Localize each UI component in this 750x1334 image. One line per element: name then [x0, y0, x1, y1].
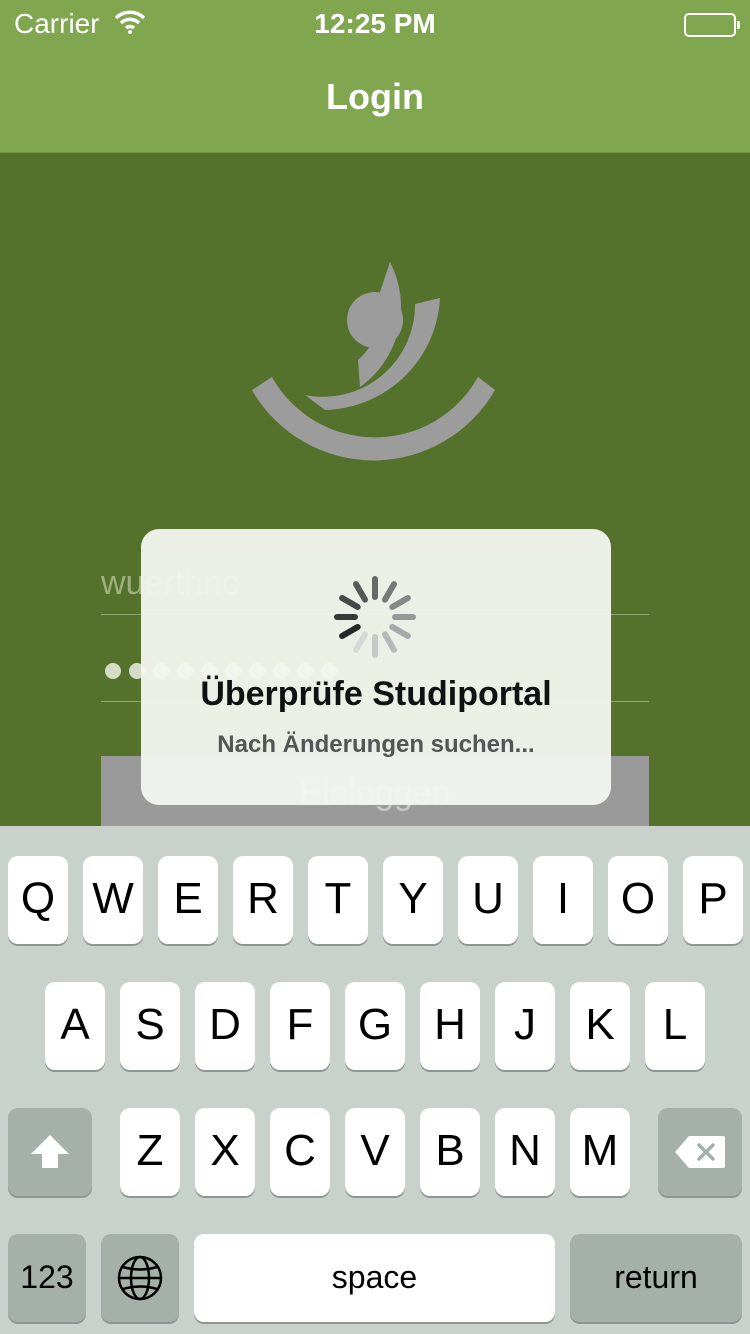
key-n[interactable]: N	[495, 1108, 555, 1196]
key-t[interactable]: T	[308, 856, 368, 944]
hud-subtitle: Nach Änderungen suchen...	[217, 731, 535, 758]
numbers-key[interactable]: 123	[8, 1234, 86, 1322]
navigation-bar: Login	[0, 54, 750, 153]
key-l[interactable]: L	[645, 982, 705, 1070]
clock: 12:25 PM	[314, 8, 436, 39]
key-a[interactable]: A	[45, 982, 105, 1070]
keyboard: Q W E R T Y U I O P A S D F G H J K L Z …	[0, 826, 750, 1334]
key-s[interactable]: S	[120, 982, 180, 1070]
key-p[interactable]: P	[683, 856, 743, 944]
key-v[interactable]: V	[345, 1108, 405, 1196]
key-o[interactable]: O	[608, 856, 668, 944]
key-q[interactable]: Q	[8, 856, 68, 944]
activity-spinner-icon	[334, 576, 416, 658]
key-b[interactable]: B	[420, 1108, 480, 1196]
key-u[interactable]: U	[458, 856, 518, 944]
key-m[interactable]: M	[570, 1108, 630, 1196]
delete-icon	[675, 1136, 725, 1168]
return-key[interactable]: return	[570, 1234, 742, 1322]
key-x[interactable]: X	[195, 1108, 255, 1196]
key-z[interactable]: Z	[120, 1108, 180, 1196]
battery-icon	[684, 13, 740, 37]
key-k[interactable]: K	[570, 982, 630, 1070]
key-h[interactable]: H	[420, 982, 480, 1070]
key-y[interactable]: Y	[383, 856, 443, 944]
key-d[interactable]: D	[195, 982, 255, 1070]
shift-key[interactable]	[8, 1108, 92, 1196]
shift-icon	[31, 1135, 69, 1168]
key-f[interactable]: F	[270, 982, 330, 1070]
progress-hud: Überprüfe Studiportal Nach Änderungen su…	[141, 529, 611, 805]
delete-key[interactable]	[658, 1108, 742, 1196]
password-dot	[105, 663, 121, 679]
globe-icon	[117, 1255, 163, 1301]
key-r[interactable]: R	[233, 856, 293, 944]
hud-title: Überprüfe Studiportal	[200, 675, 552, 713]
studiportal-logo	[252, 262, 495, 461]
key-g[interactable]: G	[345, 982, 405, 1070]
key-c[interactable]: C	[270, 1108, 330, 1196]
space-key[interactable]: space	[194, 1234, 555, 1322]
key-w[interactable]: W	[83, 856, 143, 944]
page-title: Login	[326, 76, 424, 117]
key-e[interactable]: E	[158, 856, 218, 944]
key-i[interactable]: I	[533, 856, 593, 944]
status-bar: Carrier 12:25 PM	[0, 0, 750, 54]
key-j[interactable]: J	[495, 982, 555, 1070]
globe-key[interactable]	[101, 1234, 179, 1322]
